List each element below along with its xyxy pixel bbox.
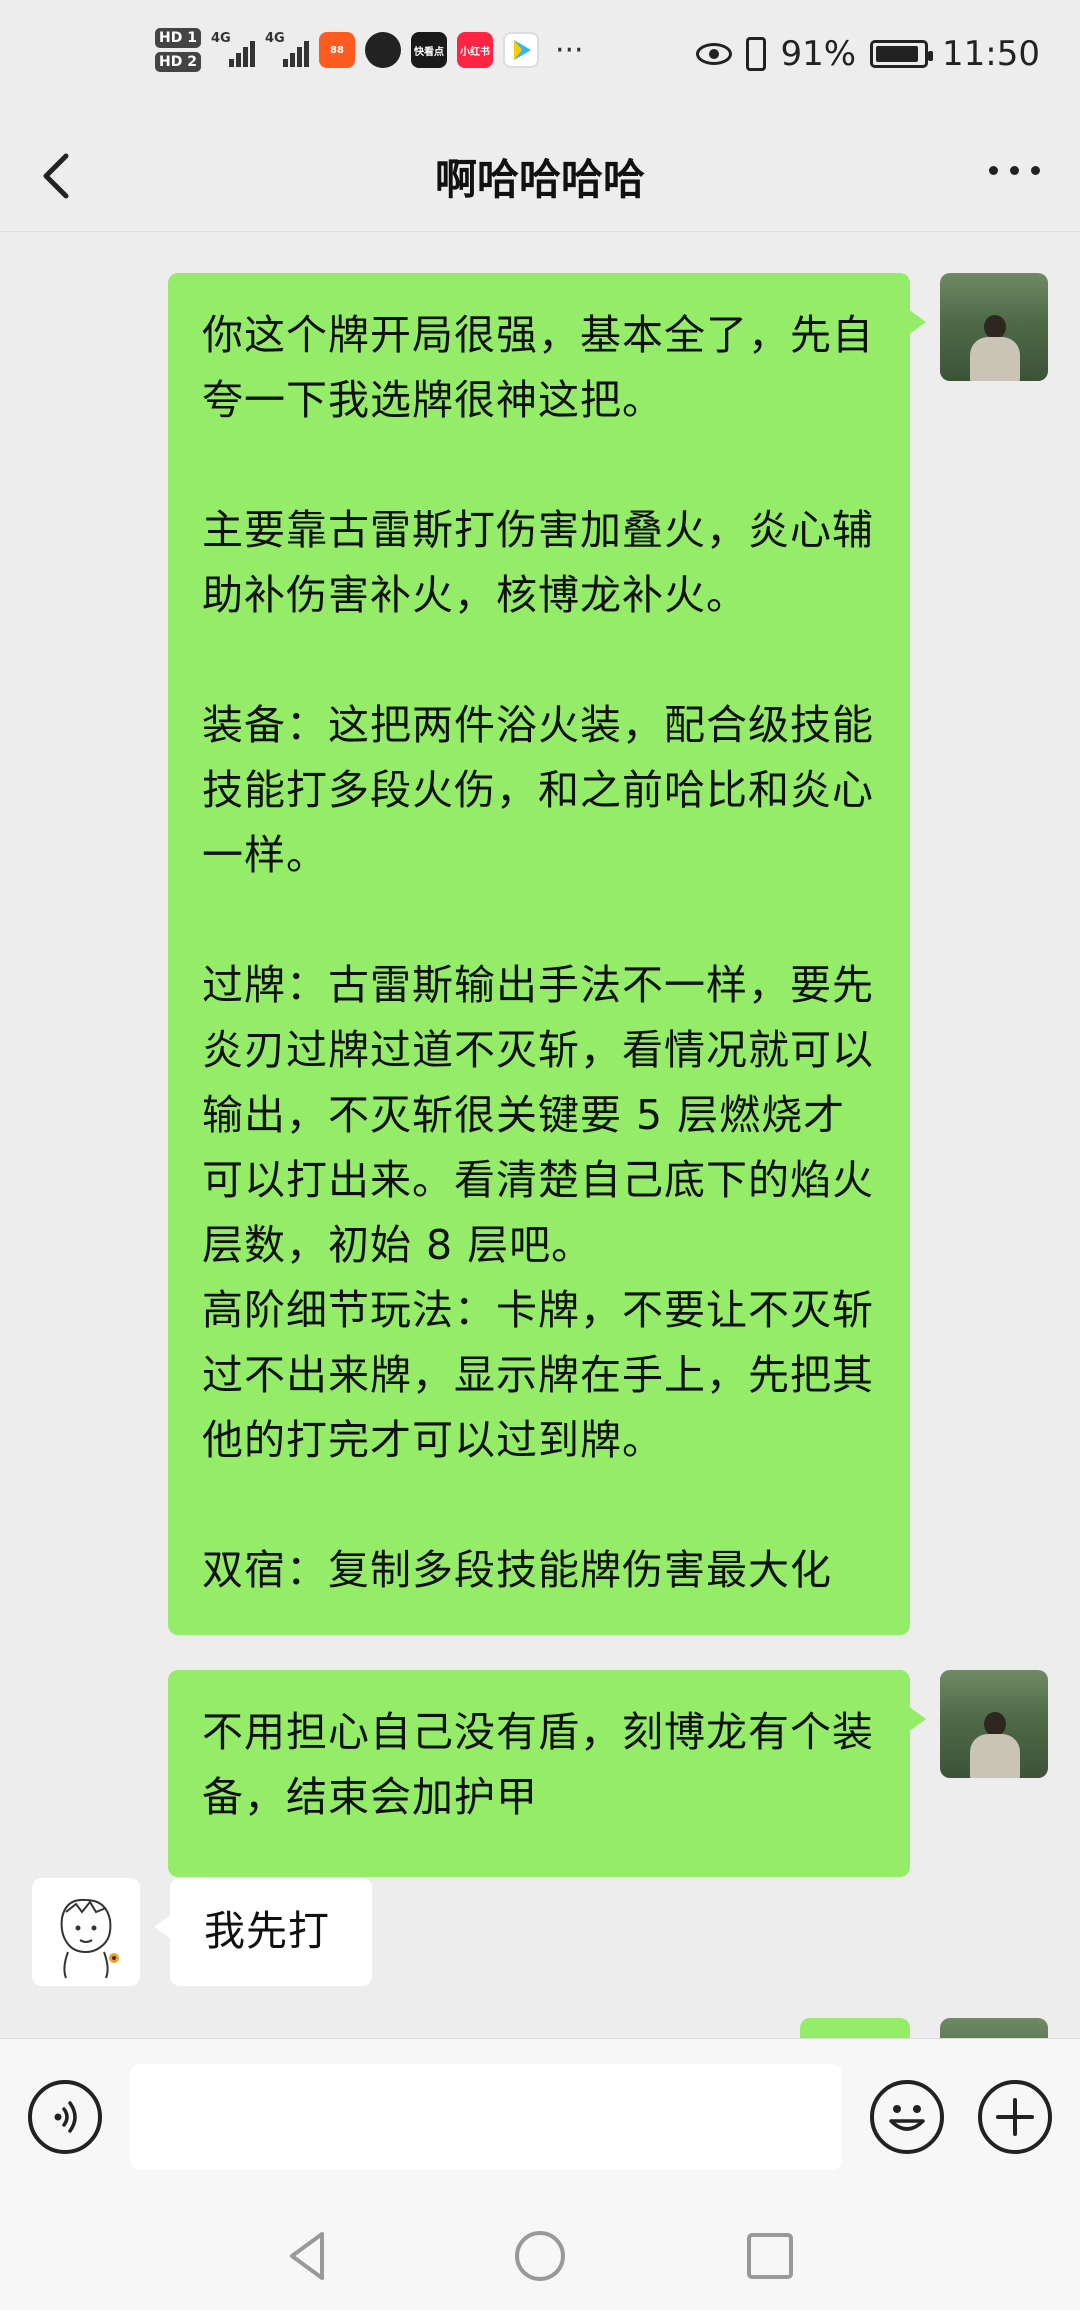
status-left-icons: HD 1 HD 2 4G 4G 88 快看点 小红书 ··· xyxy=(155,28,584,72)
more-dot-icon xyxy=(1010,166,1019,175)
hd-badges: HD 1 HD 2 xyxy=(155,28,201,72)
clock: 11:50 xyxy=(942,34,1040,74)
more-dot-icon xyxy=(989,166,998,175)
nav-back-button[interactable] xyxy=(278,2226,338,2286)
message-text: 过牌：古雷斯输出手法不一样，要先炎刃过牌过道不灭斩，看情况就可以输出，不灭斩很关… xyxy=(202,961,874,1269)
nav-home-button[interactable] xyxy=(510,2226,570,2286)
hd-badge: HD 1 xyxy=(155,28,201,48)
message-text: 装备：这把两件浴火装，配合级技能技能打多段火伤，和之前哈比和炎心一样。 xyxy=(202,701,874,879)
message-bubble-outgoing[interactable] xyxy=(800,2018,910,2038)
eye-comfort-icon xyxy=(696,43,733,65)
plus-icon xyxy=(996,2098,1034,2136)
status-right-icons: 91% 11:50 xyxy=(696,34,1040,74)
battery-icon xyxy=(870,40,934,68)
kuaishou-icon: 88 xyxy=(318,32,355,68)
signal-icon: 4G xyxy=(211,31,255,67)
xiaohongshu-icon: 小红书 xyxy=(456,32,493,68)
contact-avatar[interactable] xyxy=(32,1878,140,1986)
video-app-icon xyxy=(502,32,539,68)
square-recents-icon xyxy=(747,2233,793,2279)
my-avatar[interactable] xyxy=(940,273,1048,381)
hd-badge: HD 2 xyxy=(155,52,201,72)
emoji-button[interactable] xyxy=(870,2080,944,2154)
vibrate-icon xyxy=(746,37,767,71)
message-input[interactable] xyxy=(130,2064,842,2170)
triangle-back-icon xyxy=(290,2232,324,2280)
news-app-icon: 快看点 xyxy=(410,32,447,68)
signal-icon: 4G xyxy=(265,31,309,67)
message-text: 双宿：复制多段技能牌伤害最大化 xyxy=(202,1546,832,1594)
message-text: 我先打 xyxy=(204,1907,330,1955)
message-text: 不用担心自己没有盾，刻博龙有个装备，结束会加护甲 xyxy=(202,1708,874,1821)
message-text: 高阶细节玩法：卡牌，不要让不灭斩过不出来牌，显示牌在手上，先把其他的打完才可以过… xyxy=(202,1286,874,1464)
chat-title: 啊哈哈哈哈 xyxy=(434,155,645,204)
nav-recents-button[interactable] xyxy=(740,2226,800,2286)
chat-input-bar xyxy=(0,2038,1080,2198)
more-options-button[interactable] xyxy=(989,166,1040,175)
message-list[interactable]: 你这个牌开局很强，基本全了，先自夸一下我选牌很神这把。 主要靠古雷斯打伤害加叠火… xyxy=(0,233,1080,2038)
battery-percent: 91% xyxy=(780,34,857,74)
circle-home-icon xyxy=(515,2231,565,2281)
more-dot-icon xyxy=(1031,166,1040,175)
message-bubble-outgoing[interactable]: 不用担心自己没有盾，刻博龙有个装备，结束会加护甲 xyxy=(168,1670,926,1877)
more-notifications-icon: ··· xyxy=(554,32,584,68)
chat-header: 啊哈哈哈哈 xyxy=(0,128,1080,232)
status-bar: HD 1 HD 2 4G 4G 88 快看点 小红书 ··· 91% 11:50 xyxy=(0,0,1080,128)
message-text: 主要靠古雷斯打伤害加叠火，炎心辅助补伤害补火，核博龙补火。 xyxy=(202,506,874,619)
my-avatar[interactable] xyxy=(940,2018,1048,2038)
system-nav-bar xyxy=(0,2198,1080,2310)
camera-app-icon xyxy=(364,32,401,68)
voice-icon xyxy=(54,2101,77,2133)
voice-button[interactable] xyxy=(28,2080,102,2154)
message-bubble-incoming[interactable]: 我先打 xyxy=(154,1878,372,1986)
my-avatar[interactable] xyxy=(940,1670,1048,1778)
message-text: 你这个牌开局很强，基本全了，先自夸一下我选牌很神这把。 xyxy=(202,311,874,424)
emoji-icon xyxy=(889,2105,925,2131)
cartoon-avatar-icon xyxy=(60,1898,119,1979)
message-bubble-outgoing[interactable]: 你这个牌开局很强，基本全了，先自夸一下我选牌很神这把。 主要靠古雷斯打伤害加叠火… xyxy=(168,273,926,1635)
add-button[interactable] xyxy=(978,2080,1052,2154)
